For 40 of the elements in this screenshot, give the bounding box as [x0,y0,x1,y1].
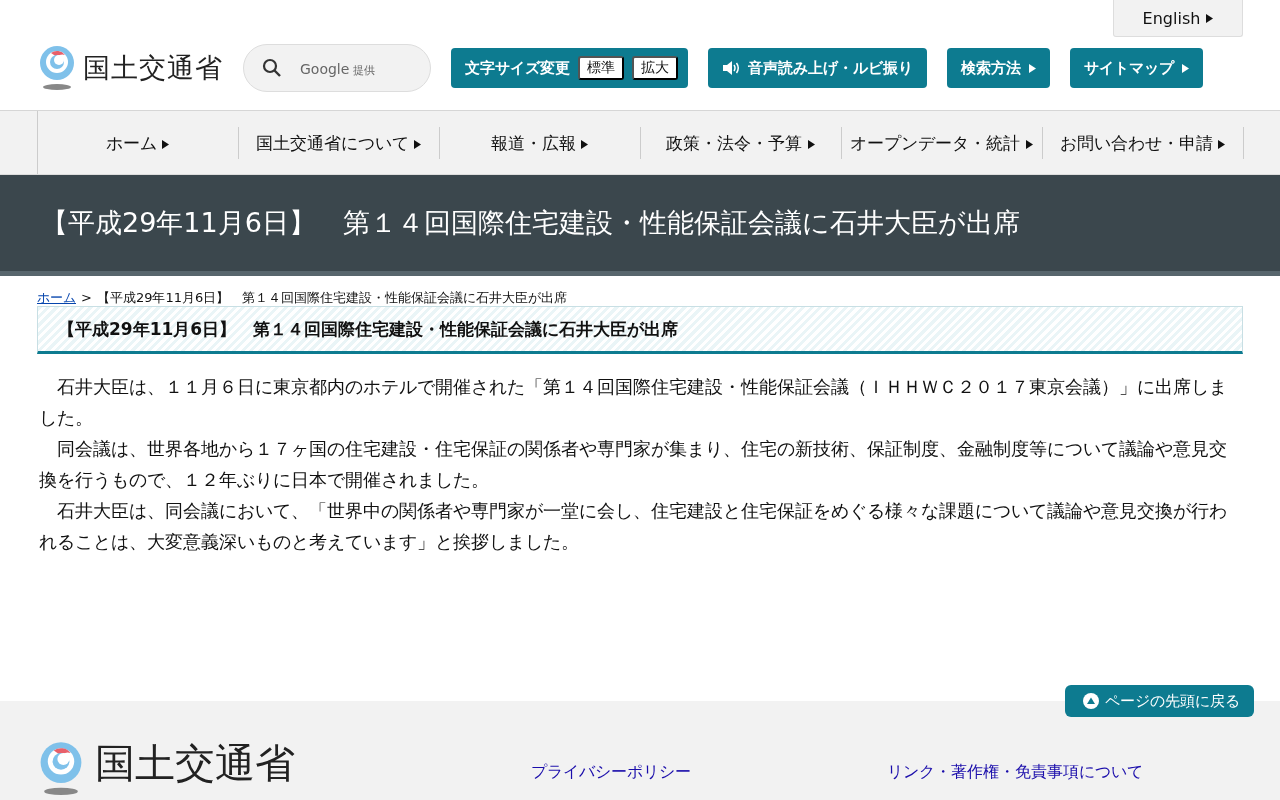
tool-button[interactable]: サイトマップ [1070,48,1203,88]
nav-link[interactable]: ホーム [37,126,239,159]
footer-link[interactable]: プライバシーポリシー [530,763,887,800]
arrow-icon [581,139,589,149]
search-field[interactable]: Google 提供 [243,44,431,92]
site-logo-text[interactable]: 国土交通省 [83,50,223,86]
arrow-icon [162,139,170,149]
article-paragraph: 石井大臣は、同会議において、「世界中の関係者や専門家が一堂に会し、住宅建設と住宅保証をめぐる様々な課題について議論や意見交換が行われることは、大変意義深いものと考えています」と挨拶しました。 [38,499,1228,554]
footer-logo-text[interactable]: 国土交通省 [95,741,295,785]
tool-button[interactable]: 音声読み上げ・ルビ振り [708,48,927,88]
emblem-icon [37,45,77,91]
font-size-option[interactable]: 拡大 [632,56,678,80]
speaker-icon [722,60,740,76]
nav-link[interactable]: お問い合わせ・申請 [1042,126,1244,159]
breadcrumb-separator: > [81,290,92,305]
arrow-icon [807,139,815,149]
nav-link[interactable]: オープンデータ・統計 [841,126,1043,159]
article-heading: 【平成29年11月6日】 第１４回国際住宅建設・性能保証会議に石井大臣が出席 [37,306,1243,354]
font-size-label: 文字サイズ変更 [465,58,570,78]
page-title: 【平成29年11月6日】 第１４回国際住宅建設・性能保証会議に石井大臣が出席 [40,206,1020,240]
arrow-icon [1029,63,1036,73]
font-size-option[interactable]: 標準 [578,56,624,80]
breadcrumb-current: 【平成29年11月6日】 第１４回国際住宅建設・性能保証会議に石井大臣が出席 [96,288,568,307]
arrow-icon [1206,13,1214,23]
arrow-icon [414,139,422,149]
arrow-icon [1025,139,1033,149]
back-to-top-button[interactable]: ページの先頭に戻る [1065,685,1254,717]
breadcrumb-home-link[interactable]: ホーム [37,288,76,307]
article-paragraph: 石井大臣は、１１月６日に東京都内のホテルで開催された「第１４回国際住宅建設・性能保証会議（ＩＨＨＷＣ２０１７東京会議）」に出席しました。 [38,375,1228,430]
nav-link[interactable]: 政策・法令・予算 [640,126,842,159]
article-paragraph: 同会議は、世界各地から１７ヶ国の住宅建設・住宅保証の関係者や専門家が集まり、住宅の新技術、保証制度、金融制度等について議論や意見交換を行うもので、１２年ぶりに日本で開催されました。 [38,437,1228,492]
search-icon [262,58,282,78]
footer-link[interactable]: リンク・著作権・免責事項について [886,763,1243,800]
arrow-icon [1218,139,1226,149]
nav-link[interactable]: 報道・広報 [439,126,641,159]
search-placeholder: Google 提供 [300,59,376,78]
nav-link[interactable]: 国土交通省について [238,126,440,159]
tool-button[interactable]: 検索方法 [947,48,1050,88]
english-link[interactable]: English [1113,0,1243,37]
arrow-icon [1182,63,1189,73]
